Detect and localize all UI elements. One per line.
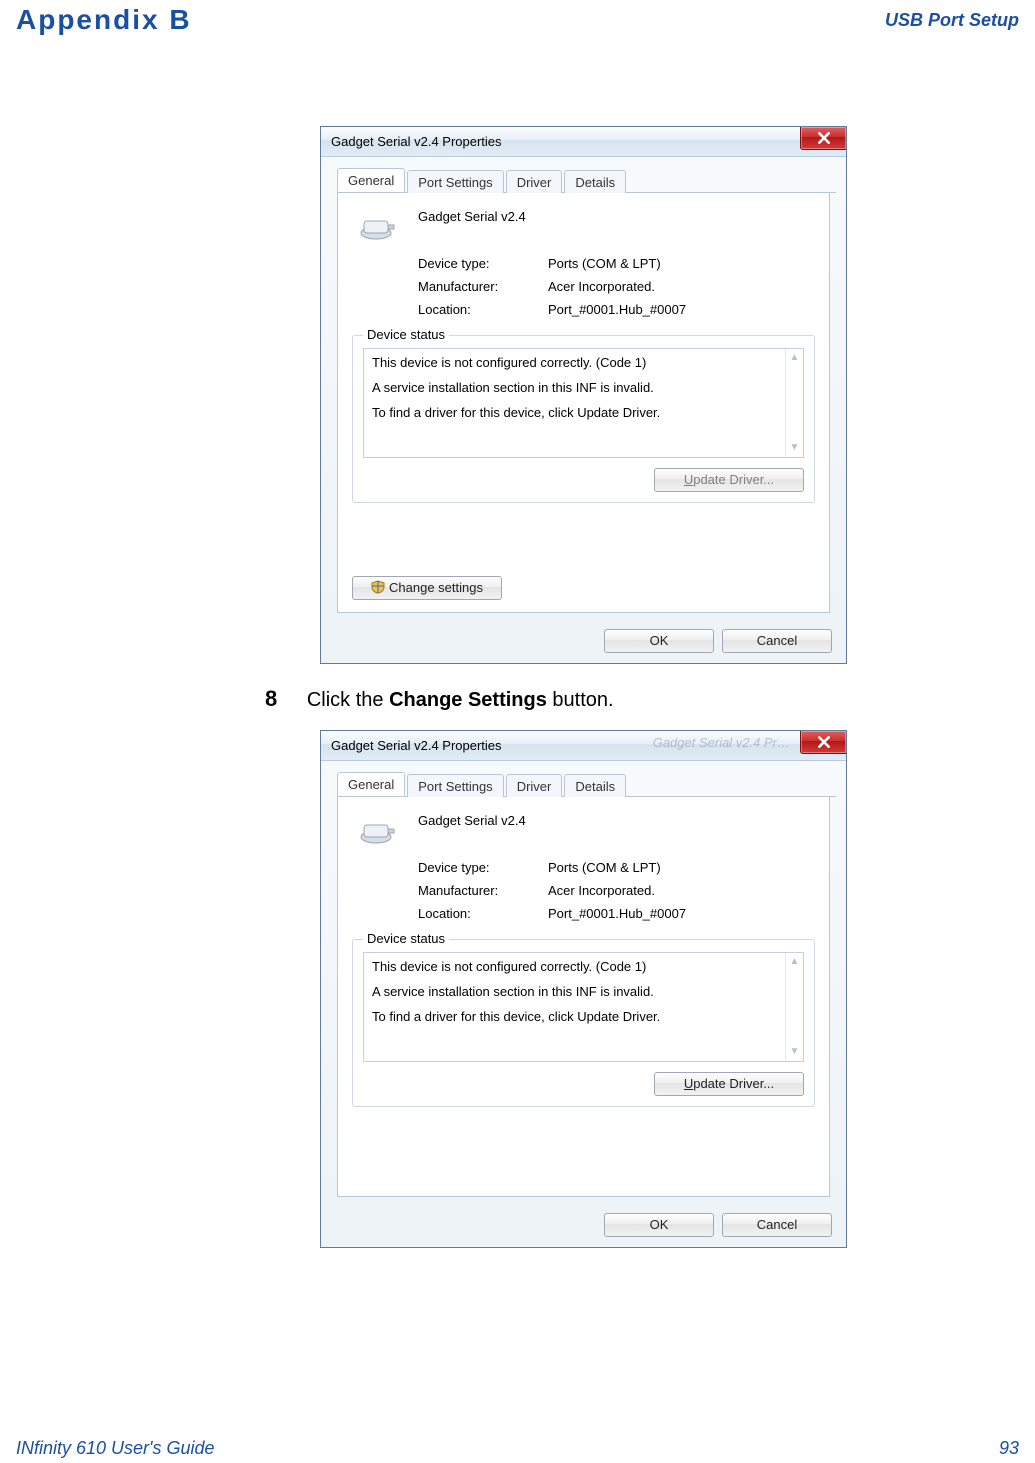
tab-panel-general: Gadget Serial v2.4 Device type:Ports (CO… — [337, 193, 830, 613]
ok-button[interactable]: OK — [604, 629, 714, 653]
device-type-value: Ports (COM & LPT) — [548, 256, 815, 271]
step-text-after: button. — [547, 689, 614, 711]
close-icon — [817, 131, 831, 145]
tab-strip: General Port Settings Driver Details — [337, 167, 836, 193]
location-value: Port_#0001.Hub_#0007 — [548, 906, 815, 921]
dialog-footer: OK Cancel — [321, 1205, 846, 1247]
dialog-footer: OK Cancel — [321, 621, 846, 663]
status-line-1: This device is not configured correctly.… — [372, 355, 795, 370]
device-info: Device type:Ports (COM & LPT) Manufactur… — [418, 860, 815, 921]
device-status-group: Device status This device is not configu… — [352, 939, 815, 1107]
tab-port-settings[interactable]: Port Settings — [407, 170, 503, 193]
titlebar: Gadget Serial v2.4 Properties Gadget Ser… — [321, 731, 846, 761]
scroll-up-icon: ▲ — [790, 953, 800, 971]
device-icon — [358, 215, 398, 243]
tab-strip: General Port Settings Driver Details — [337, 771, 836, 797]
device-status-legend: Device status — [363, 931, 449, 946]
device-icon — [358, 819, 398, 847]
device-status-legend: Device status — [363, 327, 449, 342]
manufacturer-value: Acer Incorporated. — [548, 279, 815, 294]
update-driver-button[interactable]: Update Driver... — [654, 1072, 804, 1096]
device-type-value: Ports (COM & LPT) — [548, 860, 815, 875]
device-type-label: Device type: — [418, 256, 548, 271]
properties-dialog-2: Gadget Serial v2.4 Properties Gadget Ser… — [320, 730, 847, 1248]
close-button[interactable] — [800, 731, 846, 754]
titlebar: Gadget Serial v2.4 Properties — [321, 127, 846, 157]
section-label: USB Port Setup — [885, 10, 1019, 36]
tab-port-settings[interactable]: Port Settings — [407, 774, 503, 797]
tab-panel-general: Gadget Serial v2.4 Device type:Ports (CO… — [337, 797, 830, 1197]
status-line-3: To find a driver for this device, click … — [372, 1009, 795, 1024]
device-info: Device type:Ports (COM & LPT) Manufactur… — [418, 256, 815, 317]
background-window-hint: Gadget Serial v2.4 Pr… — [653, 735, 790, 750]
step-number: 8 — [265, 686, 277, 711]
close-button[interactable] — [800, 127, 846, 150]
tab-details[interactable]: Details — [564, 170, 626, 193]
step-text-bold: Change Settings — [389, 689, 547, 711]
scroll-down-icon: ▼ — [790, 439, 800, 457]
manufacturer-label: Manufacturer: — [418, 279, 548, 294]
location-label: Location: — [418, 906, 548, 921]
guide-title: INfinity 610 User's Guide — [16, 1438, 215, 1459]
change-settings-button[interactable]: Change settings — [352, 576, 502, 600]
manufacturer-value: Acer Incorporated. — [548, 883, 815, 898]
manufacturer-label: Manufacturer: — [418, 883, 548, 898]
tab-general[interactable]: General — [337, 772, 405, 796]
close-icon — [817, 735, 831, 749]
device-name: Gadget Serial v2.4 — [418, 813, 815, 828]
page-number: 93 — [999, 1438, 1019, 1459]
status-line-2: A service installation section in this I… — [372, 380, 795, 395]
device-status-text: This device is not configured correctly.… — [363, 348, 804, 458]
page-header: Appendix B USB Port Setup — [0, 0, 1035, 36]
location-label: Location: — [418, 302, 548, 317]
device-status-text: This device is not configured correctly.… — [363, 952, 804, 1062]
tab-driver[interactable]: Driver — [506, 170, 563, 193]
scroll-down-icon: ▼ — [790, 1043, 800, 1061]
step-text-before: Click the — [307, 689, 389, 711]
update-driver-button[interactable]: Update Driver... — [654, 468, 804, 492]
tab-general[interactable]: General — [337, 168, 405, 192]
change-settings-label: Change settings — [389, 580, 483, 595]
device-name: Gadget Serial v2.4 — [418, 209, 815, 224]
scroll-up-icon: ▲ — [790, 349, 800, 367]
status-line-1: This device is not configured correctly.… — [372, 959, 795, 974]
device-status-group: Device status This device is not configu… — [352, 335, 815, 503]
cancel-button[interactable]: Cancel — [722, 1213, 832, 1237]
page-footer: INfinity 610 User's Guide 93 — [0, 1438, 1035, 1459]
appendix-label: Appendix B — [16, 4, 192, 36]
tab-details[interactable]: Details — [564, 774, 626, 797]
device-type-label: Device type: — [418, 860, 548, 875]
status-line-2: A service installation section in this I… — [372, 984, 795, 999]
properties-dialog-1: Gadget Serial v2.4 Properties General Po… — [320, 126, 847, 664]
step-instruction: 8 Click the Change Settings button. — [265, 686, 1035, 712]
location-value: Port_#0001.Hub_#0007 — [548, 302, 815, 317]
window-title: Gadget Serial v2.4 Properties — [331, 738, 502, 753]
window-title: Gadget Serial v2.4 Properties — [331, 134, 502, 149]
status-scrollbar[interactable]: ▲ ▼ — [785, 953, 803, 1061]
tab-driver[interactable]: Driver — [506, 774, 563, 797]
cancel-button[interactable]: Cancel — [722, 629, 832, 653]
status-line-3: To find a driver for this device, click … — [372, 405, 795, 420]
status-scrollbar[interactable]: ▲ ▼ — [785, 349, 803, 457]
shield-icon — [371, 579, 385, 593]
ok-button[interactable]: OK — [604, 1213, 714, 1237]
